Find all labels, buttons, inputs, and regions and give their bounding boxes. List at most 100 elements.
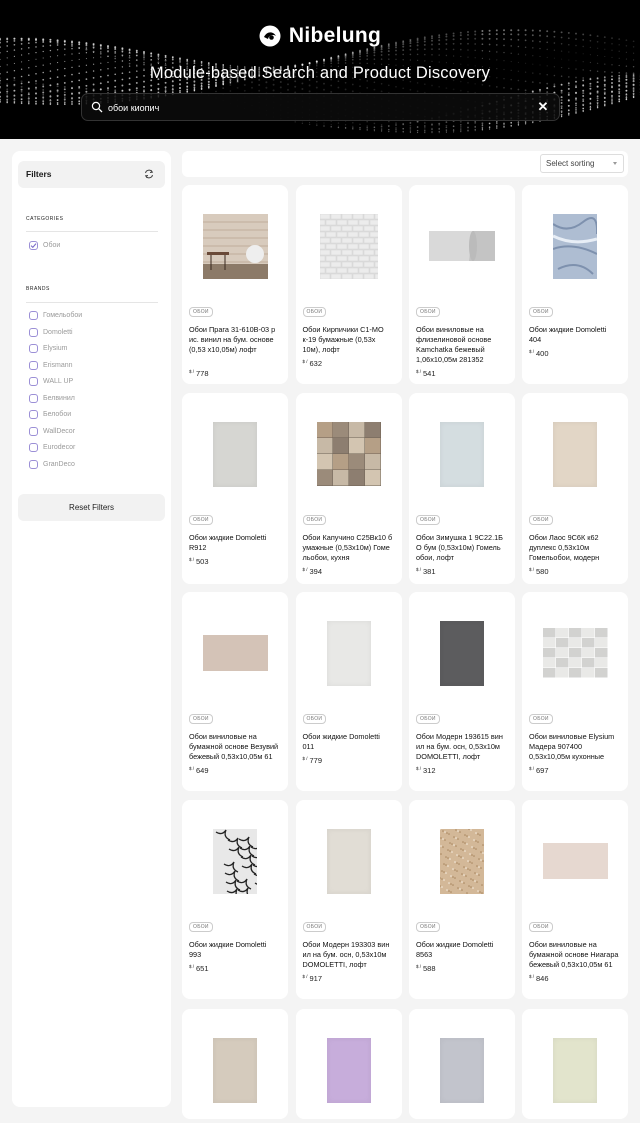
product-image[interactable] [522, 600, 628, 706]
category-tag: ОБОИ [303, 922, 327, 932]
product-image[interactable] [182, 808, 288, 914]
checkbox[interactable] [29, 394, 38, 403]
checkbox[interactable] [29, 427, 38, 436]
checkbox[interactable] [29, 328, 38, 337]
category-checkbox-oboi[interactable]: Обои [29, 241, 60, 250]
brand-checkbox[interactable]: Domoletti [29, 328, 73, 337]
checkbox[interactable] [29, 460, 38, 469]
product-name[interactable]: Обои жидкие Domoletti 011 [303, 732, 394, 752]
product-card[interactable]: ОБОИОбои жидкие Domoletti 8563$ /588 [409, 800, 515, 999]
product-card[interactable]: ОБОИОбои жидкие Domoletti 993$ /651 [182, 800, 288, 999]
product-name[interactable]: Обои Прага 31-610В-03 р ис. винил на бум… [189, 325, 280, 355]
product-card[interactable]: ОБОИОбои виниловые на бумажной основе Ве… [182, 592, 288, 791]
price-value: 503 [196, 557, 209, 566]
product-card[interactable] [182, 1009, 288, 1119]
checkbox[interactable] [29, 344, 38, 353]
brand-checkbox[interactable]: Белвинил [29, 394, 75, 403]
product-card[interactable]: ОБОИОбои Прага 31-610В-03 р ис. винил на… [182, 185, 288, 384]
product-card[interactable]: ОБОИОбои жидкие Domoletti R912$ /503 [182, 393, 288, 584]
product-image[interactable] [522, 193, 628, 299]
product-card[interactable]: ОБОИОбои Модерн 193615 вин ил на бум. ос… [409, 592, 515, 791]
product-card[interactable]: ОБОИОбои виниловые на флизелиновой основ… [409, 185, 515, 384]
search-input[interactable] [106, 98, 530, 118]
product-image[interactable] [182, 1017, 288, 1123]
product-image[interactable] [182, 600, 288, 706]
product-image[interactable] [522, 808, 628, 914]
product-image[interactable] [409, 401, 515, 507]
product-name[interactable]: Обои Кирпичики С1-МО к-19 бумажные (0,53… [303, 325, 394, 355]
checkbox[interactable] [29, 410, 38, 419]
product-name[interactable]: Обои виниловые Elysium Мадера 907400 0,5… [529, 732, 620, 762]
brand-label: Elysium [43, 345, 68, 352]
product-image[interactable] [409, 1017, 515, 1123]
product-image[interactable] [296, 600, 402, 706]
category-tag: ОБОИ [529, 307, 553, 317]
product-image[interactable] [296, 193, 402, 299]
brand-checkbox[interactable]: Erismann [29, 361, 73, 370]
product-name[interactable]: Обои виниловые на бумажной основе Везуви… [189, 732, 280, 762]
product-image[interactable] [296, 808, 402, 914]
currency-symbol: $ / [189, 557, 194, 562]
checkbox[interactable] [29, 377, 38, 386]
checkbox[interactable] [29, 361, 38, 370]
product-card[interactable] [296, 1009, 402, 1119]
product-image[interactable] [296, 401, 402, 507]
product-image[interactable] [522, 401, 628, 507]
product-name[interactable]: Обои Модерн 193615 вин ил на бум. осн, 0… [416, 732, 507, 762]
product-name[interactable]: Обои жидкие Domoletti 8563 [416, 940, 507, 960]
product-image[interactable] [296, 1017, 402, 1123]
product-name[interactable]: Обои Зимушка 1 9С22.1Б О бум (0,53х10м) … [416, 533, 507, 563]
product-image[interactable] [409, 808, 515, 914]
product-card[interactable]: ОБОИОбои Кирпичики С1-МО к-19 бумажные (… [296, 185, 402, 384]
product-name[interactable]: Обои Капучино С25Вк10 б умажные (0,53х10… [303, 533, 394, 563]
product-name[interactable]: Обои виниловые на бумажной основе Ниагар… [529, 940, 620, 970]
product-image[interactable] [522, 1017, 628, 1123]
checkbox-checked[interactable] [29, 241, 38, 250]
product-card[interactable]: ОБОИОбои Зимушка 1 9С22.1Б О бум (0,53х1… [409, 393, 515, 584]
currency-symbol: $ / [303, 756, 308, 761]
checkbox[interactable] [29, 443, 38, 452]
brand-checkbox[interactable]: GranDeco [29, 460, 75, 469]
product-card[interactable]: ОБОИОбои Капучино С25Вк10 б умажные (0,5… [296, 393, 402, 584]
reset-filters-button[interactable]: Reset Filters [18, 494, 165, 521]
brand-checkbox[interactable]: WALL UP [29, 377, 73, 386]
divider [26, 302, 158, 303]
brand-checkbox[interactable]: Белобои [29, 410, 71, 419]
refresh-icon[interactable] [143, 168, 155, 180]
product-name[interactable]: Обои жидкие Domoletti 993 [189, 940, 280, 960]
currency-symbol: $ / [529, 974, 534, 979]
product-card[interactable] [522, 1009, 628, 1119]
brand-checkbox[interactable]: Гомельобои [29, 311, 82, 320]
brand-checkbox[interactable]: Elysium [29, 344, 68, 353]
search-bar: ✕ [81, 93, 560, 121]
product-card[interactable]: ОБОИОбои виниловые Elysium Мадера 907400… [522, 592, 628, 791]
product-card[interactable]: ОБОИ Обои Модерн 193303 вин ил на бум. ос… [296, 800, 402, 999]
brand-checkbox[interactable]: WallDecor [29, 427, 75, 436]
product-card[interactable]: ОБОИОбои жидкие Domoletti 011$ /779 [296, 592, 402, 791]
product-name[interactable]: Обои Модерн 193303 вин ил на бум. осн, 0… [303, 940, 394, 970]
product-name[interactable]: Обои виниловые на флизелиновой основе Ka… [416, 325, 507, 365]
product-card[interactable]: ОБОИОбои Лаос 9С6К к62 дуплекс 0,53х10м … [522, 393, 628, 584]
category-tag: ОБОИ [529, 922, 553, 932]
product-image[interactable] [182, 401, 288, 507]
product-image[interactable] [182, 193, 288, 299]
sorting-select[interactable]: Select sorting [540, 154, 624, 173]
price-value: 917 [310, 974, 323, 983]
product-card[interactable] [409, 1009, 515, 1119]
product-card[interactable]: ОБОИ Обои виниловые на бумажной основе Ни… [522, 800, 628, 999]
product-name[interactable]: Обои жидкие Domoletti 404 [529, 325, 620, 345]
product-name[interactable]: Обои жидкие Domoletti R912 [189, 533, 280, 553]
product-image[interactable] [409, 600, 515, 706]
brand-label: Erismann [43, 362, 73, 369]
product-image[interactable] [409, 193, 515, 299]
checkbox[interactable] [29, 311, 38, 320]
brand-label: Белвинил [43, 395, 75, 402]
price-value: 778 [196, 369, 209, 378]
clear-search-icon[interactable]: ✕ [536, 100, 550, 114]
product-card[interactable]: ОБОИОбои жидкие Domoletti 404$ /400 [522, 185, 628, 384]
brand-checkbox[interactable]: Eurodecor [29, 443, 75, 452]
product-name[interactable]: Обои Лаос 9С6К к62 дуплекс 0,53х10м Гоме… [529, 533, 620, 563]
brand-logo[interactable]: Nibelung [0, 24, 640, 48]
price-value: 394 [310, 567, 323, 576]
filters-sidebar: Filters CATEGORIES Обои BRANDS Гомельобо… [12, 151, 171, 1107]
